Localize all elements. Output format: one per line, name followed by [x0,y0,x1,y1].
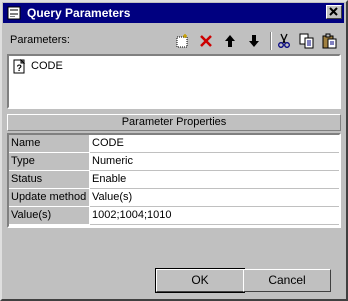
close-button[interactable] [326,5,342,19]
property-row-update-method: Update method Value(s) [9,189,339,207]
property-value-status[interactable]: Enable [90,171,339,189]
property-name: Value(s) [9,207,89,225]
property-name: Type [9,153,89,171]
cut-button[interactable] [274,31,294,51]
property-value-name[interactable]: CODE [90,135,339,153]
property-row-status: Status Enable [9,171,339,189]
query-app-icon [7,6,21,20]
title-bar[interactable]: Query Parameters [3,3,344,23]
property-row-type: Type Numeric [9,153,339,171]
properties-grid: Name CODE Type Numeric Status Enable Upd… [7,133,341,228]
cancel-button[interactable]: Cancel [243,269,331,292]
property-value-type[interactable]: Numeric [90,153,339,171]
paste-button[interactable] [320,31,340,51]
window-title: Query Parameters [27,6,131,20]
new-icon [176,34,188,48]
move-up-icon [225,35,235,47]
property-name: Name [9,135,89,153]
property-row-name: Name CODE [9,135,339,153]
move-down-icon [249,35,259,47]
list-item-label: CODE [31,60,63,72]
new-parameter-button[interactable] [172,31,192,51]
move-up-button[interactable] [220,31,240,51]
property-value-values[interactable]: 1002;1004;1010 [90,207,339,225]
copy-icon [299,33,314,49]
copy-button[interactable] [297,31,317,51]
toolbar-separator [270,32,272,50]
parameter-properties-header: Parameter Properties [7,114,341,131]
parameters-label: Parameters: [10,34,70,46]
property-row-values: Value(s) 1002;1004;1010 [9,207,339,225]
property-name: Status [9,171,89,189]
delete-icon [200,35,212,47]
move-down-button[interactable] [244,31,264,51]
property-name: Update method [9,189,89,207]
paste-icon [322,33,337,49]
parameters-list[interactable]: ? CODE [7,54,341,109]
parameter-icon: ? [13,59,26,74]
property-value-update-method[interactable]: Value(s) [90,189,339,207]
svg-text:?: ? [17,63,23,73]
cut-icon [278,33,290,48]
close-icon [329,7,338,16]
delete-parameter-button[interactable] [196,31,216,51]
query-parameters-dialog: Query Parameters Parameters: ? CODE Para… [0,0,348,301]
ok-button[interactable]: OK [155,268,245,293]
